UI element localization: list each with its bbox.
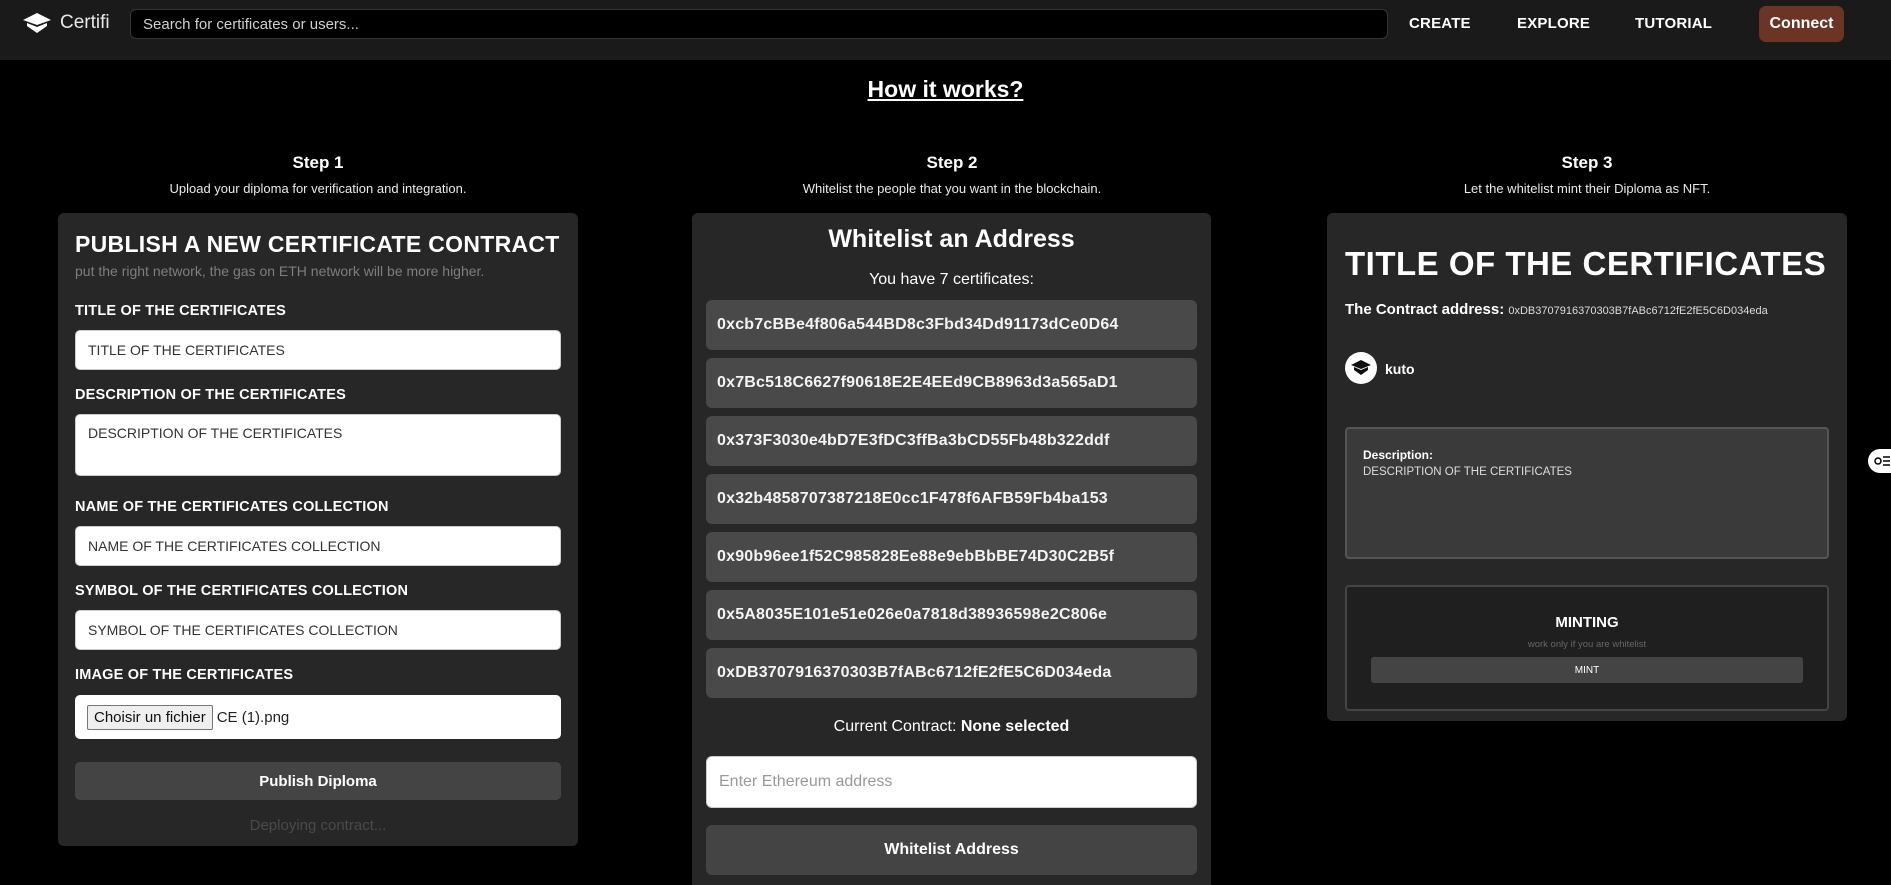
whitelist-panel: Whitelist an Address You have 7 certific… — [692, 213, 1211, 885]
step-1-title: Step 1 — [292, 153, 344, 172]
minting-box: MINTING work only if you are whitelist M… — [1345, 585, 1829, 711]
username[interactable]: kuto — [1385, 361, 1415, 377]
description-label: DESCRIPTION OF THE CERTIFICATES — [75, 387, 346, 403]
ethereum-address-input[interactable] — [706, 756, 1197, 808]
logo-icon — [1351, 360, 1371, 375]
image-file-input[interactable]: Choisir un fichier CE (1).png — [75, 695, 561, 739]
whitelist-address-item[interactable]: 0xDB3707916370303B7fABc6712fE2fE5C6D034e… — [706, 648, 1197, 698]
list-settings-icon — [1874, 456, 1890, 466]
step-2-title: Step 2 — [926, 153, 978, 172]
step-2-desc: Whitelist the people that you want in th… — [802, 181, 1102, 196]
navbar: Certifi CREATE EXPLORE TUTORIAL Connect — [0, 0, 1891, 60]
whitelist-address-item[interactable]: 0x90b96ee1f52C985828Ee88e9ebBbBE74D30C2B… — [706, 532, 1197, 582]
deploying-status: Deploying contract... — [249, 817, 387, 834]
contract-address-line: The Contract address: 0xDB3707916370303B… — [1345, 301, 1768, 318]
publish-panel: PUBLISH A NEW CERTIFICATE CONTRACT put t… — [58, 213, 578, 846]
whitelist-address-button[interactable]: Whitelist Address — [706, 825, 1197, 875]
nav-tutorial[interactable]: TUTORIAL — [1635, 15, 1712, 32]
whitelist-address-item[interactable]: 0x5A8035E101e51e026e0a7818d38936598e2C80… — [706, 590, 1197, 640]
description-box-value: DESCRIPTION OF THE CERTIFICATES — [1363, 466, 1572, 478]
avatar[interactable] — [1345, 352, 1377, 384]
minting-title: MINTING — [1555, 614, 1619, 631]
title-label: TITLE OF THE CERTIFICATES — [75, 303, 286, 319]
mint-button[interactable]: MINT — [1371, 657, 1803, 683]
current-contract-value: None selected — [960, 718, 1070, 735]
step-3-title: Step 3 — [1561, 153, 1613, 172]
whitelist-title: Whitelist an Address — [828, 225, 1075, 253]
certificate-count: You have 7 certificates: — [869, 271, 1034, 288]
contract-address-value: 0xDB3707916370303B7fABc6712fE2fE5C6D034e… — [1508, 305, 1768, 317]
publish-subtitle: put the right network, the gas on ETH ne… — [75, 263, 485, 279]
collection-symbol-input[interactable] — [75, 610, 561, 650]
how-it-works: How it works? — [0, 76, 1891, 103]
current-contract: Current Contract: None selected — [692, 718, 1211, 736]
image-label: IMAGE OF THE CERTIFICATES — [75, 667, 294, 683]
collection-symbol-label: SYMBOL OF THE CERTIFICATES COLLECTION — [75, 583, 409, 599]
certificate-panel: TITLE OF THE CERTIFICATES The Contract a… — [1327, 213, 1847, 721]
description-textarea[interactable]: DESCRIPTION OF THE CERTIFICATES — [75, 414, 561, 476]
whitelist-address-item[interactable]: 0x7Bc518C6627f90618E2E4EEd9CB8963d3a565a… — [706, 358, 1197, 408]
collection-name-input[interactable] — [75, 526, 561, 566]
description-box-label: Description: — [1363, 448, 1434, 462]
connect-button[interactable]: Connect — [1759, 6, 1844, 42]
logo[interactable]: Certifi — [22, 12, 110, 34]
whitelist-address-item[interactable]: 0xcb7cBBe4f806a544BD8c3Fbd34Dd91173dCe0D… — [706, 300, 1197, 350]
side-menu-toggle[interactable] — [1868, 449, 1891, 473]
publish-title: PUBLISH A NEW CERTIFICATE CONTRACT — [75, 231, 560, 257]
how-it-works-link[interactable]: How it works? — [868, 76, 1024, 102]
logo-text: Certifi — [60, 12, 110, 33]
step-1-desc: Upload your diploma for verification and… — [169, 181, 467, 196]
minting-subtitle: work only if you are whitelist — [1527, 639, 1647, 650]
file-name: CE (1).png — [216, 708, 290, 726]
description-box: Description: DESCRIPTION OF THE CERTIFIC… — [1345, 427, 1829, 559]
logo-icon — [23, 13, 51, 33]
whitelist-address-item[interactable]: 0x373F3030e4bD7E3fDC3ffBa3bCD55Fb48b322d… — [706, 416, 1197, 466]
nav-explore[interactable]: EXPLORE — [1517, 15, 1590, 32]
contract-address-label: The Contract address: — [1345, 301, 1505, 318]
certificate-title: TITLE OF THE CERTIFICATES — [1345, 245, 1827, 282]
collection-name-label: NAME OF THE CERTIFICATES COLLECTION — [75, 499, 389, 515]
current-contract-label: Current Contract: — [833, 718, 957, 735]
nav-create[interactable]: CREATE — [1409, 15, 1471, 32]
choose-file-button[interactable]: Choisir un fichier — [87, 704, 213, 730]
publish-diploma-button[interactable]: Publish Diploma — [75, 762, 561, 800]
whitelist-address-item[interactable]: 0x32b4858707387218E0cc1F478f6AFB59Fb4ba1… — [706, 474, 1197, 524]
step-3-desc: Let the whitelist mint their Diploma as … — [1463, 181, 1711, 196]
title-input[interactable] — [75, 330, 561, 370]
search-input[interactable] — [130, 9, 1388, 39]
